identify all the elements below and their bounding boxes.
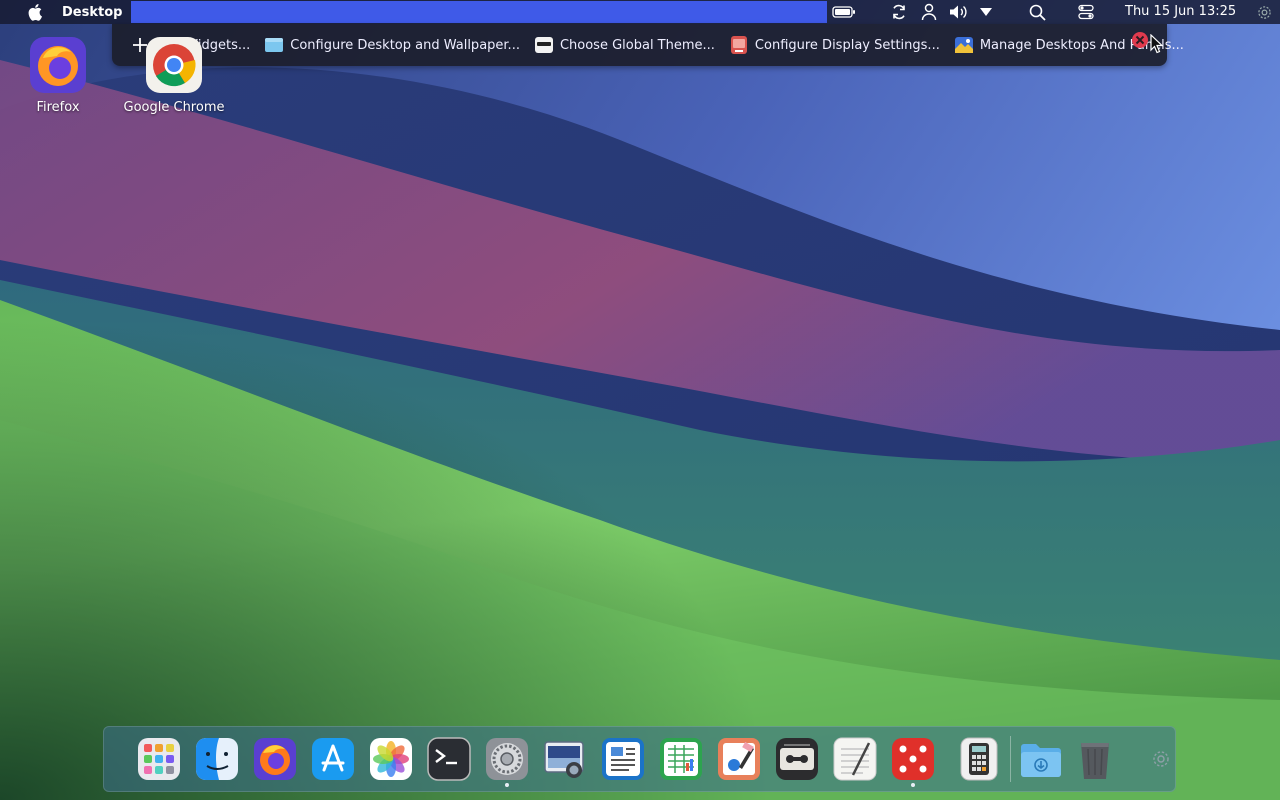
dock	[103, 726, 1176, 792]
desktop-icon-label: Firefox	[36, 100, 80, 115]
clock[interactable]: Thu 15 Jun 13:25	[1125, 0, 1236, 24]
launchpad-icon	[138, 738, 180, 780]
image-editor-icon	[718, 738, 760, 780]
terminal-icon	[427, 737, 471, 781]
gear-icon	[1153, 751, 1169, 767]
dock-firefox[interactable]	[253, 737, 297, 781]
dock-system-settings[interactable]	[485, 737, 529, 781]
dock-photos[interactable]	[369, 737, 413, 781]
mouse-cursor-icon	[1150, 33, 1164, 58]
user-icon[interactable]	[918, 0, 940, 24]
dock-trash[interactable]	[1073, 737, 1117, 781]
desktop-icon-label: Google Chrome	[123, 100, 225, 115]
firefox-icon	[29, 36, 87, 94]
dock-separator	[1010, 736, 1011, 782]
finder-icon	[196, 738, 238, 780]
control-center-icon[interactable]	[1075, 0, 1097, 24]
settings-gear-icon[interactable]	[1254, 0, 1274, 24]
desktops-panels-icon	[954, 35, 974, 55]
active-app-name[interactable]: Desktop	[62, 5, 122, 20]
display-settings-label: Configure Display Settings...	[754, 37, 940, 53]
cassette-icon	[776, 738, 818, 780]
dock-downloads-folder[interactable]	[1019, 737, 1063, 781]
notes-icon	[833, 737, 877, 781]
apple-icon[interactable]	[24, 0, 48, 24]
running-indicator	[911, 783, 915, 787]
photos-icon	[370, 738, 412, 780]
configure-desktop-label: Configure Desktop and Wallpaper...	[290, 37, 520, 53]
text-document-icon	[602, 738, 644, 780]
dock-dice-game[interactable]	[891, 737, 935, 781]
app-store-icon	[312, 738, 354, 780]
dock-app-store[interactable]	[311, 737, 355, 781]
sync-icon[interactable]	[888, 0, 910, 24]
dock-launchpad[interactable]	[137, 737, 181, 781]
display-settings-button[interactable]: Configure Display Settings...	[729, 30, 940, 60]
desktop-edit-toolbar: Add Widgets... Configure Desktop and Wal…	[112, 24, 1184, 66]
global-theme-button[interactable]: Choose Global Theme...	[534, 30, 715, 60]
dock-screenshot[interactable]	[543, 737, 587, 781]
configure-desktop-button[interactable]: Configure Desktop and Wallpaper...	[264, 30, 520, 60]
dock-settings-gear[interactable]	[1149, 747, 1173, 771]
desktop-icon-google-chrome[interactable]: Google Chrome	[119, 36, 229, 115]
desktop-wallpaper	[0, 0, 1280, 800]
close-edit-mode-button[interactable]	[1131, 31, 1149, 49]
close-icon	[1132, 32, 1148, 48]
chrome-icon	[145, 36, 203, 94]
top-menu-bar: Desktop Thu 15 Jun 13:25	[0, 0, 1280, 24]
system-settings-icon	[486, 738, 528, 780]
display-icon	[729, 35, 749, 55]
global-theme-label: Choose Global Theme...	[559, 37, 715, 53]
screenshot-icon	[544, 741, 584, 778]
chevron-down-icon[interactable]	[976, 0, 996, 24]
panel-edit-highlight	[131, 1, 827, 23]
search-icon[interactable]	[1026, 0, 1048, 24]
trash-icon	[1081, 743, 1109, 779]
spreadsheet-icon	[660, 738, 702, 780]
dock-notes[interactable]	[833, 737, 877, 781]
firefox-icon	[254, 738, 296, 780]
running-indicator	[505, 783, 509, 787]
dock-tape-recorder[interactable]	[775, 737, 819, 781]
dock-calculator[interactable]	[957, 737, 1001, 781]
dock-text-editor[interactable]	[601, 737, 645, 781]
dock-terminal[interactable]	[427, 737, 471, 781]
downloads-folder-icon	[1021, 744, 1061, 777]
dock-image-editor[interactable]	[717, 737, 761, 781]
desktop-icon-firefox[interactable]: Firefox	[3, 36, 113, 115]
battery-icon[interactable]	[830, 0, 858, 24]
dock-finder[interactable]	[195, 737, 239, 781]
dock-spreadsheet[interactable]	[659, 737, 703, 781]
wallpaper-icon	[264, 35, 284, 55]
calculator-icon	[960, 737, 998, 781]
volume-icon[interactable]	[946, 0, 972, 24]
theme-icon	[534, 35, 554, 55]
dice-icon	[892, 738, 934, 780]
